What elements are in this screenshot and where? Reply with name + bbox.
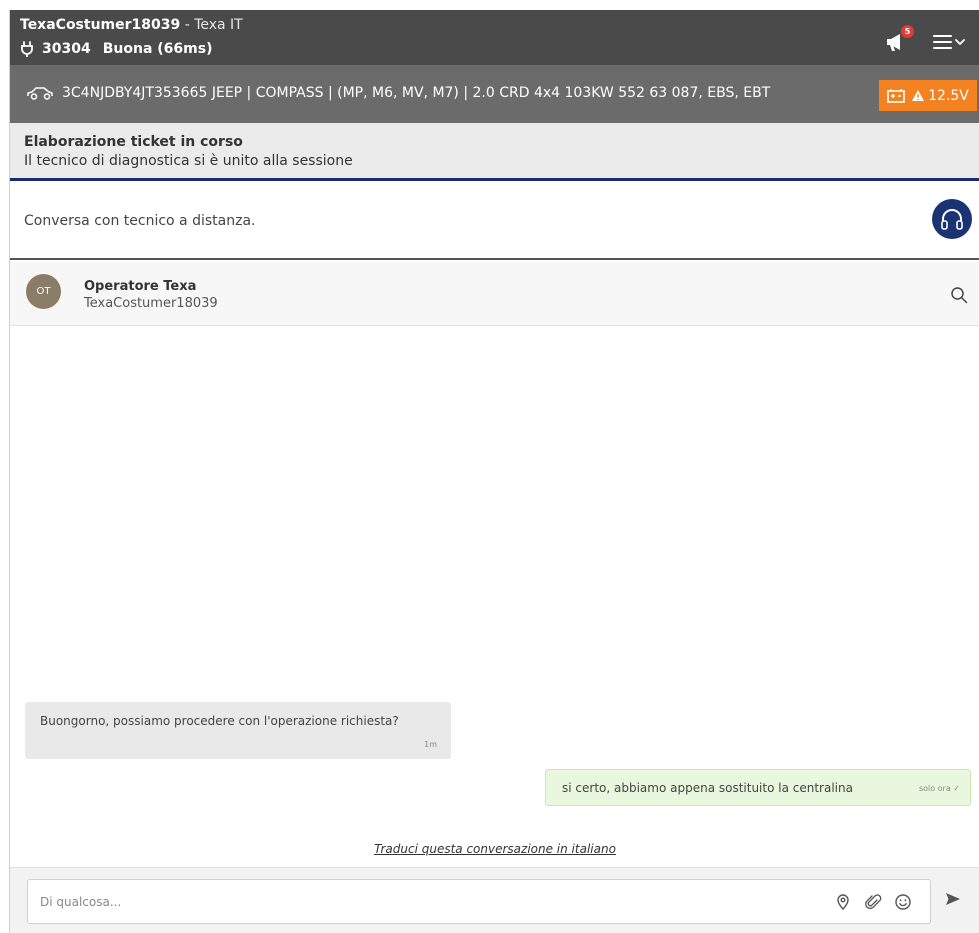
contact-handle: TexaCostumer18039	[84, 296, 218, 311]
top-header: TexaCostumer18039 - Texa IT 30304 Buona …	[10, 10, 979, 65]
device-id: 30304	[42, 41, 91, 57]
vehicle-info: 3C4NJDBY4JT353665 JEEP | COMPASS | (MP, …	[62, 85, 771, 101]
username: TexaCostumer18039	[20, 17, 181, 33]
notification-badge: 5	[901, 25, 914, 38]
battery-icon	[887, 88, 905, 103]
chat-messages[interactable]: Buongorno, possiamo procedere con l'oper…	[10, 327, 979, 867]
app-frame: TexaCostumer18039 - Texa IT 30304 Buona …	[9, 10, 979, 933]
chevron-down-icon	[955, 39, 965, 46]
plug-icon	[21, 41, 33, 57]
message-input[interactable]	[40, 892, 800, 912]
location-icon[interactable]	[834, 893, 852, 911]
emoji-icon[interactable]	[894, 893, 912, 911]
search-icon[interactable]	[950, 286, 968, 304]
remote-technician-bar: Conversa con tecnico a distanza.	[10, 184, 979, 260]
message-time: 1m	[424, 740, 437, 749]
hamburger-menu-icon[interactable]	[932, 32, 970, 52]
compose-bar	[10, 867, 979, 933]
ticket-title: Elaborazione ticket in corso	[24, 134, 243, 150]
incoming-message: Buongorno, possiamo procedere con l'oper…	[25, 702, 451, 759]
title-separator: -	[180, 17, 195, 33]
attachment-icon[interactable]	[864, 893, 882, 911]
translate-link[interactable]: Traduci questa conversazione in italiano	[10, 842, 979, 856]
message-text: Buongorno, possiamo procedere con l'oper…	[40, 714, 399, 728]
send-icon[interactable]	[944, 890, 962, 908]
battery-voltage: 12.5V	[928, 87, 969, 104]
session-title: TexaCostumer18039 - Texa IT	[20, 17, 243, 33]
message-time: solo ora ✓	[918, 784, 960, 793]
battery-status[interactable]: 12.5V	[879, 80, 977, 111]
warning-icon	[912, 90, 925, 101]
ticket-status: Elaborazione ticket in corso Il tecnico …	[10, 123, 979, 181]
vehicle-bar: 3C4NJDBY4JT353665 JEEP | COMPASS | (MP, …	[10, 65, 979, 123]
outgoing-message: si certo, abbiamo appena sostituito la c…	[545, 769, 971, 806]
message-text: si certo, abbiamo appena sostituito la c…	[562, 781, 853, 795]
contact-name: Operatore Texa	[84, 279, 197, 294]
compose-field[interactable]	[27, 879, 931, 924]
ticket-subtitle: Il tecnico di diagnostica si è unito all…	[24, 153, 353, 169]
headset-button[interactable]	[932, 199, 972, 239]
avatar: OT	[26, 274, 61, 309]
connection-status: Buona (66ms)	[102, 41, 213, 57]
remote-technician-text: Conversa con tecnico a distanza.	[24, 213, 256, 229]
connection-info: 30304 Buona (66ms)	[20, 41, 212, 57]
chat-contact-header: OT Operatore Texa TexaCostumer18039	[10, 262, 979, 326]
org-name: Texa IT	[194, 17, 243, 33]
car-icon	[27, 87, 53, 100]
headset-icon	[941, 209, 963, 230]
